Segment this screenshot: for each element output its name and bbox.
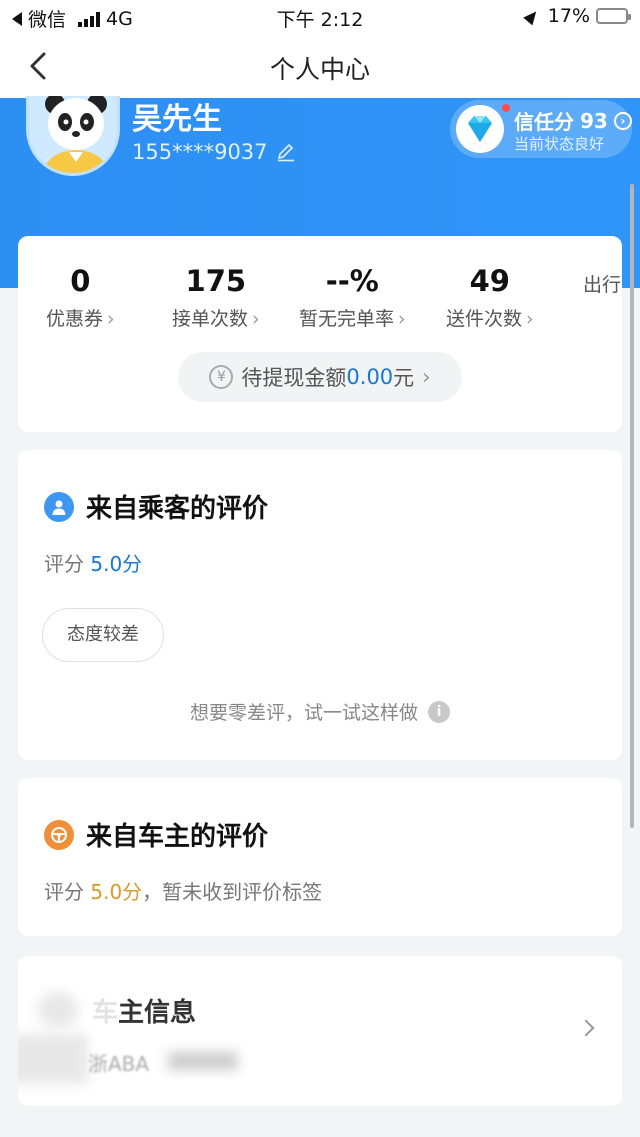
vehicle-plate: 浙ABA: [88, 1052, 150, 1076]
chevron-right-icon: ›: [526, 308, 534, 330]
owner-review-header: 来自车主的评价: [44, 816, 268, 853]
user-icon: [44, 491, 74, 522]
trust-score-value: 93: [580, 108, 608, 133]
owner-score: 5.0分: [90, 880, 143, 904]
passenger-review-card: 来自乘客的评价 评分 5.0分 态度较差 想要零差评，试一试这样做 i: [18, 450, 622, 760]
trust-score-badge[interactable]: 信任分 93 › 当前状态良好: [450, 100, 632, 158]
vehicle-title-faded: 车: [92, 998, 119, 1028]
chevron-right-icon: ›: [398, 308, 406, 330]
scrollbar[interactable]: [630, 184, 634, 828]
trust-status: 当前状态良好: [514, 135, 605, 153]
stat-label: 出行: [583, 274, 622, 296]
stat-label: 优惠券 ›: [46, 308, 115, 330]
chevron-right-icon: ›: [107, 308, 115, 330]
stat-orders[interactable]: 175 接单次数 ›: [172, 264, 260, 331]
review-tag[interactable]: 态度较差: [42, 608, 164, 662]
redacted-area: [18, 1034, 88, 1084]
stat-value: 49: [469, 264, 510, 298]
info-icon: i: [428, 700, 450, 723]
passenger-review-title: 来自乘客的评价: [86, 494, 269, 524]
trust-score-label: 信任分 93 ›: [514, 106, 632, 135]
user-name: 吴先生: [132, 102, 222, 137]
owner-review-card: 来自车主的评价 评分 5.0分，暂未收到评价标签: [18, 778, 622, 936]
stat-label: 接单次数 ›: [172, 308, 260, 330]
status-right: 17%: [522, 5, 631, 27]
vehicle-info-card[interactable]: 车主信息 浙ABA: [18, 956, 622, 1106]
withdraw-button[interactable]: ¥ 待提现金额 0.00 元 ›: [178, 352, 462, 402]
score-prefix: 评分: [44, 552, 84, 576]
vehicle-title: 车主信息: [92, 992, 196, 1029]
diamond-icon: [456, 105, 504, 153]
review-tip[interactable]: 想要零差评，试一试这样做 i: [18, 698, 622, 725]
stat-completion-rate[interactable]: --% 暂无完单率 ›: [299, 264, 406, 331]
stat-label: 送件次数 ›: [446, 308, 534, 330]
stat-value: 175: [185, 264, 247, 298]
stat-value: --%: [325, 264, 379, 298]
score-prefix: 评分: [44, 880, 84, 904]
stat-deliveries[interactable]: 49 送件次数 ›: [446, 264, 534, 331]
stat-value: 0: [70, 264, 91, 298]
chevron-right-circle-icon: ›: [613, 111, 632, 130]
withdraw-prefix: 待提现金额: [241, 366, 347, 390]
redacted-plate: [168, 1052, 238, 1070]
nav-bar: 个人中心: [0, 34, 640, 98]
notification-dot: [502, 104, 510, 112]
yen-icon: ¥: [209, 365, 234, 389]
battery-icon: [596, 8, 631, 24]
chevron-right-icon: ›: [252, 308, 260, 330]
pencil-icon[interactable]: [276, 142, 296, 162]
passenger-review-header: 来自乘客的评价: [44, 488, 268, 525]
chevron-right-icon: [577, 1019, 595, 1037]
user-phone-row: 155****9037: [132, 140, 296, 164]
battery-percent: 17%: [547, 5, 590, 27]
withdraw-amount: 0.00: [346, 365, 394, 389]
steering-wheel-icon: [44, 819, 74, 850]
review-tip-text: 想要零差评，试一试这样做: [189, 702, 418, 724]
stat-trips[interactable]: 出行: [583, 264, 621, 297]
stat-label: 暂无完单率 ›: [299, 308, 406, 330]
owner-score-line: 评分 5.0分，暂未收到评价标签: [44, 876, 322, 905]
passenger-score-line: 评分 5.0分: [44, 548, 142, 577]
owner-review-title: 来自车主的评价: [86, 822, 269, 852]
trust-label-text: 信任分: [514, 110, 574, 134]
vehicle-title-text: 主信息: [118, 998, 197, 1028]
passenger-score: 5.0分: [90, 552, 143, 576]
stat-coupons[interactable]: 0 优惠券 ›: [46, 264, 115, 331]
user-phone: 155****9037: [132, 140, 268, 164]
status-bar: 微信 4G 下午 2:12 17%: [0, 0, 640, 34]
owner-score-suffix: ，暂未收到评价标签: [142, 880, 323, 904]
car-icon: [38, 992, 78, 1028]
chevron-right-icon: ›: [422, 365, 431, 389]
stats-card: 0 优惠券 › 175 接单次数 › --% 暂无完单率 › 49 送件次数 › 出行 …: [18, 236, 622, 432]
withdraw-suffix: 元: [393, 366, 415, 390]
page-title: 个人中心: [269, 55, 370, 84]
location-arrow-icon: [522, 7, 541, 25]
